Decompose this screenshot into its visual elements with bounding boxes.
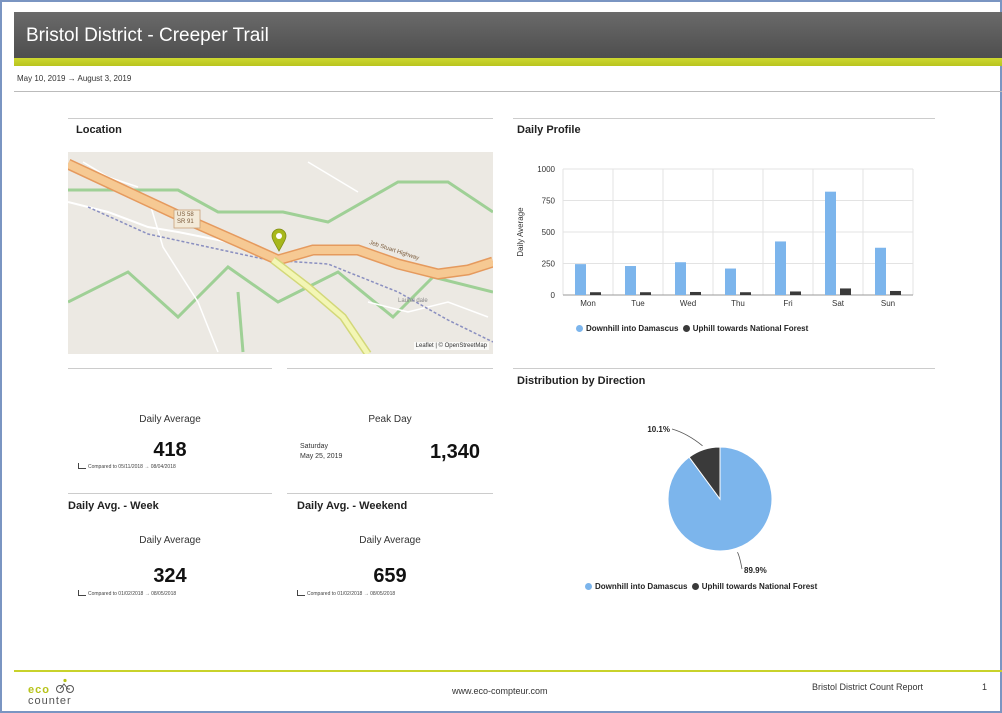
- bar-uphill: [790, 291, 801, 295]
- distribution-title: Distribution by Direction: [517, 375, 646, 387]
- page-title: Bristol District - Creeper Trail: [14, 12, 1002, 58]
- weekend-label: Daily Average: [359, 535, 421, 546]
- peak-day-date: May 25, 2019: [300, 453, 343, 460]
- daily-average-compare: Compared to 05/11/2018 → 08/04/2018: [78, 463, 176, 470]
- pie-data-label: 89.9%: [744, 566, 767, 575]
- y-tick-label: 0: [551, 291, 556, 300]
- date-range: May 10, 2019 → August 3, 2019: [17, 74, 132, 83]
- x-tick-label: Wed: [680, 299, 696, 308]
- place-label: Laurel dale: [398, 298, 428, 304]
- x-tick-label: Thu: [731, 299, 745, 308]
- bar-downhill: [575, 264, 586, 295]
- bar-uphill: [590, 292, 601, 295]
- trend-icon: [78, 463, 86, 469]
- distribution-divider: [513, 368, 935, 369]
- logo-text-bottom: counter: [28, 695, 72, 707]
- daily-profile-title: Daily Profile: [517, 124, 581, 136]
- bar-downhill: [875, 247, 886, 295]
- bar-uphill: [640, 292, 651, 295]
- week-value: 324: [153, 565, 187, 587]
- location-map[interactable]: US 58 SR 91 Jeb Stuart Highway Laurel da…: [68, 152, 493, 354]
- card-divider: [68, 368, 272, 369]
- bar-uphill: [890, 290, 901, 295]
- distribution-legend[interactable]: Downhill into Damascus Uphill towards Na…: [585, 582, 817, 591]
- distribution-chart: 89.9% 10.1%: [647, 425, 773, 575]
- map-attribution[interactable]: Leaflet | © OpenStreetMap: [413, 342, 489, 350]
- x-tick-label: Tue: [631, 299, 645, 308]
- location-divider: [68, 118, 493, 119]
- footer-divider: [14, 670, 1002, 672]
- pie-label-connector: [671, 428, 703, 447]
- trend-icon: [78, 590, 86, 596]
- bar-uphill: [840, 288, 851, 295]
- pie-data-label: 10.1%: [647, 425, 670, 434]
- daily-average-value: 418: [153, 439, 187, 461]
- y-tick-label: 250: [542, 260, 556, 269]
- pie-label-connector: [737, 552, 743, 570]
- card-divider: [287, 493, 493, 494]
- report-page: Bristol District - Creeper Trail May 10,…: [0, 0, 1002, 713]
- x-tick-label: Mon: [580, 299, 596, 308]
- x-tick-label: Sat: [832, 299, 845, 308]
- x-tick-label: Fri: [783, 299, 793, 308]
- profile-divider: [513, 118, 935, 119]
- page-number: 1: [982, 682, 988, 692]
- legend-dot-uphill: [682, 325, 690, 332]
- map-pin-icon[interactable]: [271, 228, 287, 252]
- peak-day-label: Peak Day: [368, 414, 412, 425]
- bar-downhill: [675, 262, 686, 295]
- peak-day-value: 1,340: [429, 441, 480, 463]
- bar-downhill: [625, 266, 636, 295]
- legend-dot-downhill: [576, 325, 583, 332]
- bar-downhill: [825, 191, 836, 295]
- daily-profile-legend[interactable]: Downhill into Damascus Uphill towards Na…: [576, 324, 808, 333]
- week-compare: Compared to 01/02/2018 → 08/05/2018: [78, 590, 176, 597]
- y-tick-label: 1000: [537, 165, 555, 174]
- x-tick-label: Sun: [881, 299, 895, 308]
- card-divider: [287, 368, 493, 369]
- daily-profile-chart: 0 250 500 750 1000 Daily Average Mon Tue Wed Thu F…: [516, 165, 914, 308]
- card-divider: [68, 493, 272, 494]
- bar-uphill: [690, 291, 701, 295]
- week-label: Daily Average: [139, 535, 201, 546]
- legend-dot-uphill: [691, 583, 699, 590]
- weekend-value: 659: [373, 565, 407, 587]
- map-tiles: [68, 152, 493, 354]
- location-title: Location: [76, 124, 122, 136]
- y-tick-label: 500: [542, 228, 556, 237]
- bar-uphill: [740, 292, 751, 295]
- peak-day-weekday: Saturday: [300, 443, 329, 450]
- cyclist-icon: [56, 678, 74, 693]
- eco-counter-logo: eco counter: [28, 678, 108, 708]
- y-axis-label: Daily Average: [516, 207, 525, 257]
- trend-icon: [297, 590, 305, 596]
- footer-report-name: Bristol District Count Report: [812, 682, 924, 692]
- week-title: Daily Avg. - Week: [68, 500, 159, 512]
- weekend-title: Daily Avg. - Weekend: [297, 500, 408, 512]
- date-divider: [14, 91, 1002, 92]
- footer-url[interactable]: www.eco-compteur.com: [452, 686, 548, 696]
- bar-downhill: [775, 241, 786, 295]
- y-tick-label: 750: [542, 197, 556, 206]
- bar-downhill: [725, 268, 736, 295]
- road-shield-label: US 58 SR 91: [177, 212, 194, 225]
- title-accent-bar: [14, 58, 1002, 66]
- daily-average-label: Daily Average: [139, 414, 201, 425]
- legend-dot-downhill: [585, 583, 592, 590]
- weekend-compare: Compared to 01/02/2018 → 08/05/2018: [297, 590, 395, 597]
